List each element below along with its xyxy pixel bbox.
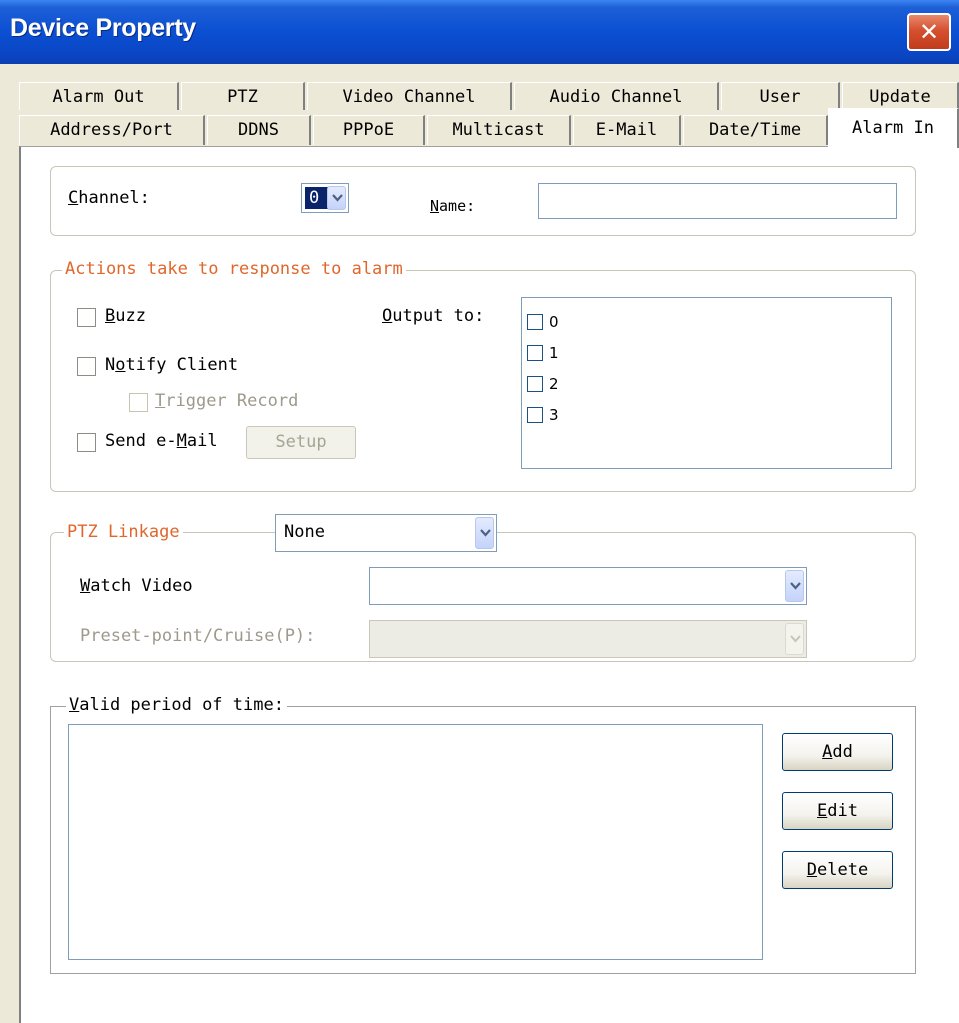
chevron-down-icon[interactable] — [327, 186, 346, 210]
trigger-record-checkbox[interactable] — [129, 393, 148, 412]
preset-select[interactable] — [369, 620, 807, 658]
tab-alarm-out[interactable]: Alarm Out — [19, 82, 179, 110]
edit-button[interactable]: Edit — [782, 792, 893, 830]
trigger-record-label: Trigger Record — [155, 391, 299, 411]
watch-video-label: Watch Video — [80, 576, 193, 596]
watch-video-select[interactable] — [369, 567, 807, 605]
setup-button[interactable]: Setup — [246, 426, 356, 459]
watch-video-label-text: atch Video — [90, 576, 193, 596]
time-period-list[interactable] — [68, 724, 763, 960]
tab-multicast[interactable]: Multicast — [427, 115, 571, 145]
output-to-label-text: utput to: — [392, 306, 485, 326]
actions-legend: Actions take to response to alarm — [62, 259, 406, 279]
ptz-linkage-select[interactable]: None — [275, 514, 497, 552]
name-label-text: ame: — [439, 197, 476, 215]
delete-button[interactable]: Delete — [782, 851, 893, 889]
tab-update[interactable]: Update — [842, 82, 959, 110]
valid-period-legend-text: alid period of time: — [79, 695, 284, 715]
tab-ptz[interactable]: PTZ — [181, 82, 305, 110]
add-button[interactable]: Add — [782, 733, 893, 771]
tab-email[interactable]: E-Mail — [573, 115, 681, 145]
tab-alarm-in[interactable]: Alarm In — [828, 108, 959, 148]
edit-label: dit — [827, 801, 858, 821]
send-email-label-text: Send e-Mail — [105, 431, 218, 451]
window-title: Device Property — [10, 14, 196, 42]
tab-address-port[interactable]: Address/Port — [19, 115, 205, 145]
buzz-label: Buzz — [105, 306, 146, 326]
send-email-label: Send e-Mail — [105, 430, 218, 452]
close-button[interactable]: ✕ — [907, 13, 951, 51]
ptz-linkage-value: None — [284, 522, 325, 542]
channel-select[interactable]: 0 — [301, 183, 349, 213]
name-field[interactable] — [538, 183, 897, 219]
output-checkbox-3[interactable] — [527, 407, 543, 423]
chevron-down-icon[interactable] — [785, 570, 804, 602]
ptz-legend: PTZ Linkage — [64, 522, 183, 542]
tab-ddns[interactable]: DDNS — [207, 115, 311, 145]
name-label: Name: — [430, 197, 476, 215]
chevron-down-icon[interactable] — [475, 517, 494, 549]
output-checkbox-0[interactable] — [527, 314, 543, 330]
buzz-label-text: uzz — [115, 306, 146, 326]
output-checkbox-1[interactable] — [527, 345, 543, 361]
trigger-record-label-text: rigger Record — [165, 391, 299, 411]
output-label-1: 1 — [549, 344, 559, 362]
output-listbox[interactable]: 0 1 2 3 — [521, 297, 892, 469]
close-icon: ✕ — [918, 18, 940, 46]
output-label-0: 0 — [549, 313, 559, 331]
tab-audio-channel[interactable]: Audio Channel — [514, 82, 719, 110]
tab-user[interactable]: User — [721, 82, 840, 110]
channel-label: Channel: — [68, 188, 150, 208]
output-to-label: Output to: — [382, 306, 485, 326]
add-label: dd — [832, 742, 853, 762]
tab-video-channel[interactable]: Video Channel — [307, 82, 512, 110]
notify-client-checkbox[interactable] — [77, 357, 96, 376]
notify-client-label: Notify Client — [105, 355, 239, 375]
tab-date-time[interactable]: Date/Time — [683, 115, 828, 145]
output-label-3: 3 — [549, 406, 559, 424]
output-checkbox-2[interactable] — [527, 376, 543, 392]
notify-client-label-text: tify Client — [125, 355, 239, 375]
buzz-checkbox[interactable] — [77, 308, 96, 327]
valid-period-legend: Valid period of time: — [66, 695, 287, 715]
channel-label-text: hannel: — [78, 188, 150, 208]
title-bar: Device Property ✕ — [0, 0, 959, 64]
send-email-checkbox[interactable] — [77, 433, 96, 452]
preset-label: Preset-point/Cruise(P): — [80, 626, 316, 646]
chevron-down-icon — [785, 623, 804, 655]
output-label-2: 2 — [549, 375, 559, 393]
delete-label: elete — [817, 860, 869, 880]
tab-pppoe[interactable]: PPPoE — [313, 115, 425, 145]
